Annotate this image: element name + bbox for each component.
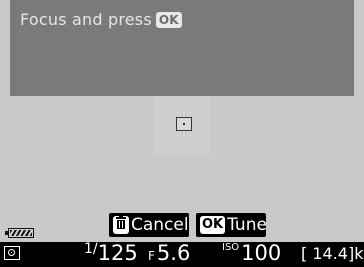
- aperture-prefix: F: [148, 249, 155, 263]
- instruction-text: Focus and press OK: [20, 10, 182, 29]
- iso-value: 100: [241, 241, 282, 265]
- metering-ring: [8, 249, 15, 256]
- live-view-screen: Focus and press OK Cancel OK Tune: [0, 0, 364, 267]
- shutter-speed: 1/125: [84, 241, 138, 265]
- iso-label: ISO: [222, 242, 240, 253]
- shutter-numerator: 1/: [84, 241, 98, 257]
- instruction-banner: Focus and press OK: [10, 0, 354, 96]
- ok-key-icon: OK: [155, 12, 182, 28]
- iso: ISO100: [222, 241, 281, 265]
- trash-icon: [113, 216, 129, 234]
- focus-point-icon[interactable]: [176, 117, 192, 131]
- remaining-shots: [ 14.4]k: [301, 244, 364, 263]
- battery-level: [10, 230, 32, 236]
- instruction-message: Focus and press: [20, 10, 152, 29]
- focus-point-center: [183, 123, 185, 125]
- cancel-button[interactable]: Cancel: [109, 213, 189, 237]
- aperture: F5.6: [148, 241, 190, 265]
- shutter-denominator: 125: [97, 241, 138, 265]
- matrix-metering-icon: [4, 246, 20, 260]
- cancel-label: Cancel: [131, 215, 189, 235]
- aperture-value: 5.6: [156, 241, 191, 265]
- battery-icon: [5, 228, 34, 238]
- status-bar: 1/125 F5.6 ISO100 [ 14.4]k: [0, 241, 364, 267]
- ok-key-icon: OK: [200, 216, 226, 234]
- tune-label: Tune: [227, 215, 267, 235]
- tune-button[interactable]: OK Tune: [196, 213, 267, 237]
